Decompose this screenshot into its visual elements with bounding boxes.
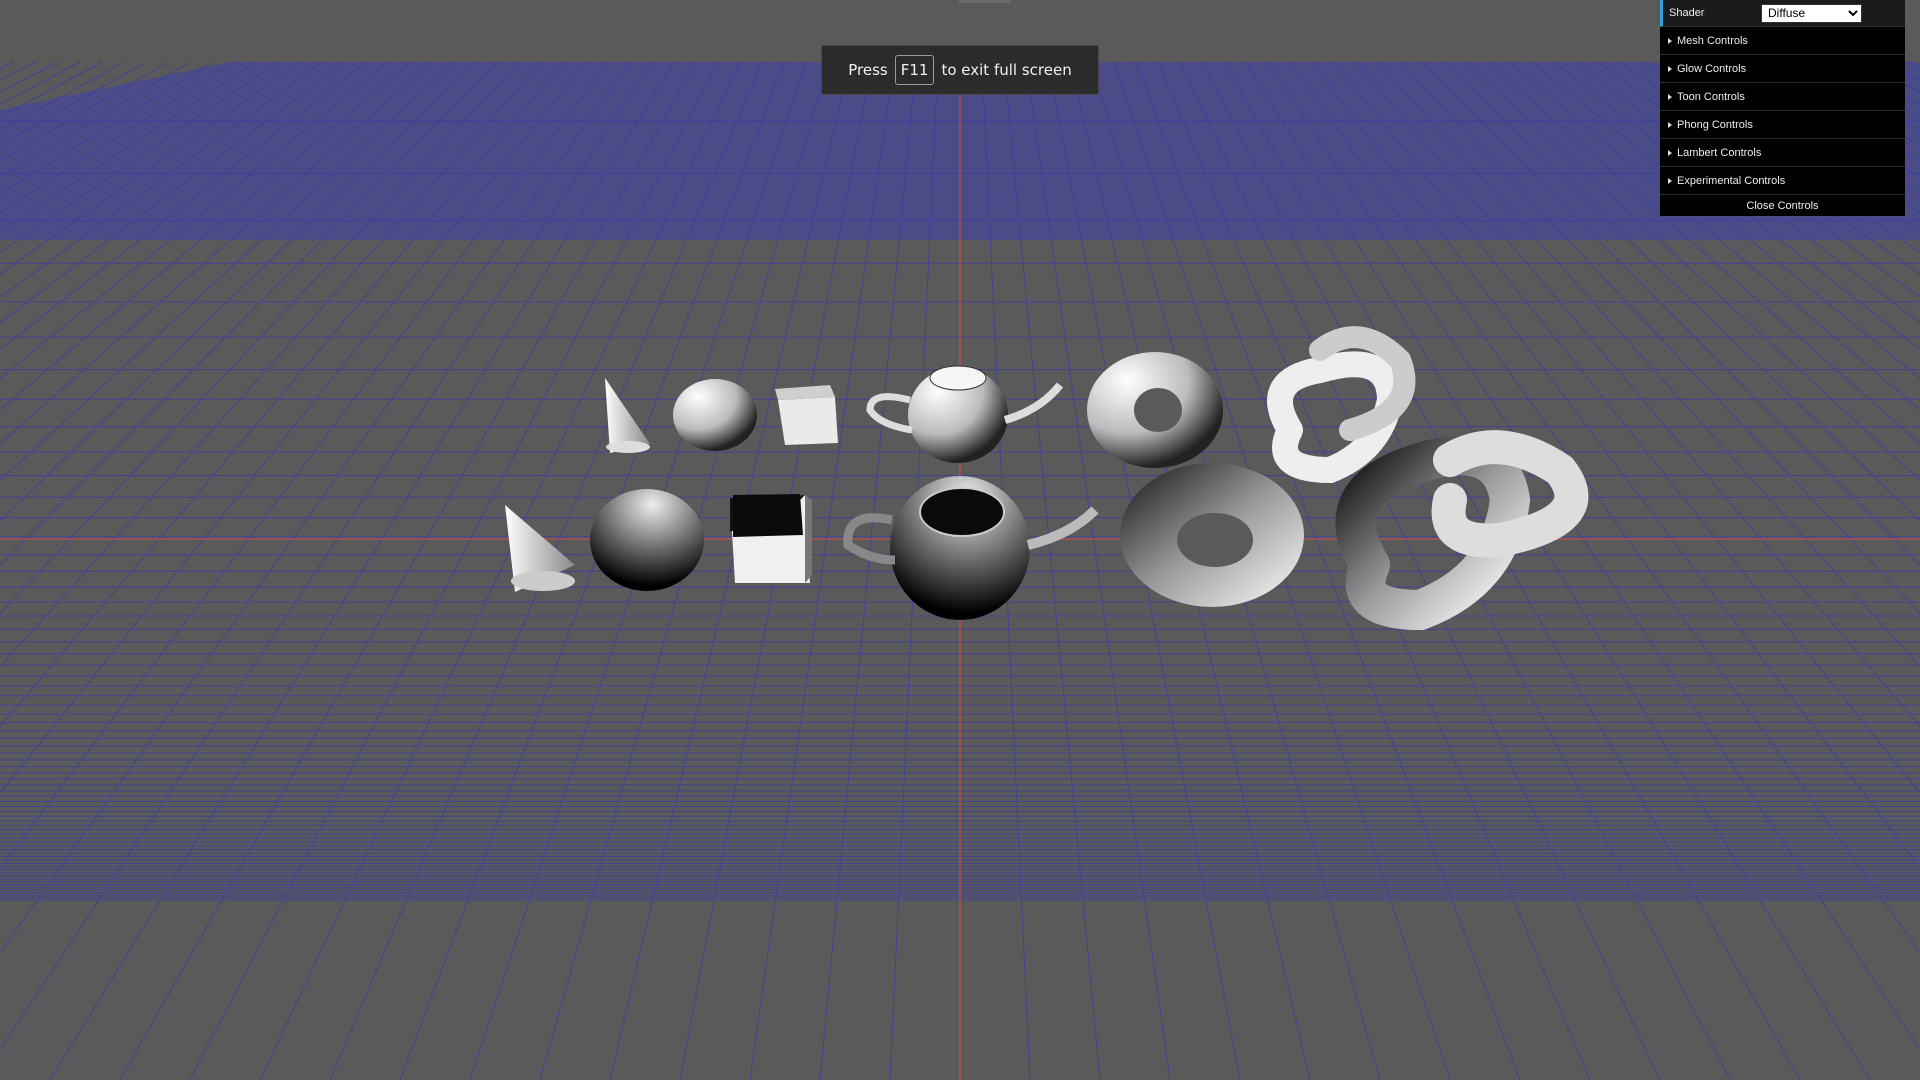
folder-mesh-controls[interactable]: Mesh Controls: [1660, 27, 1905, 55]
3d-viewport[interactable]: [0, 0, 1920, 1080]
folder-label: Experimental Controls: [1677, 174, 1786, 187]
chevron-right-icon: [1668, 149, 1672, 156]
controls-panel: Shader Diffuse Mesh Controls Glow Contro…: [1660, 0, 1905, 216]
folder-label: Glow Controls: [1677, 62, 1747, 75]
chevron-right-icon: [1668, 65, 1672, 72]
folder-label: Phong Controls: [1677, 118, 1753, 131]
torus-bottom: [1120, 463, 1304, 607]
chevron-right-icon: [1668, 93, 1672, 100]
folder-toon-controls[interactable]: Toon Controls: [1660, 83, 1905, 111]
folder-experimental-controls[interactable]: Experimental Controls: [1660, 167, 1905, 195]
chevron-right-icon: [1668, 37, 1672, 44]
cube-top: [775, 385, 838, 445]
folder-label: Mesh Controls: [1677, 34, 1748, 47]
folder-label: Lambert Controls: [1677, 146, 1762, 159]
close-controls-button[interactable]: Close Controls: [1660, 195, 1905, 216]
sphere-top: [673, 379, 757, 451]
fullscreen-notice: Press F11 to exit full screen: [821, 45, 1099, 95]
folder-glow-controls[interactable]: Glow Controls: [1660, 55, 1905, 83]
fullscreen-notice-suffix: to exit full screen: [941, 61, 1072, 79]
folder-label: Toon Controls: [1677, 90, 1745, 103]
shader-row: Shader Diffuse: [1660, 0, 1905, 27]
top-edge-handle: [959, 0, 1011, 3]
f11-key-badge: F11: [894, 55, 935, 85]
folder-lambert-controls[interactable]: Lambert Controls: [1660, 139, 1905, 167]
torus-top: [1087, 352, 1223, 468]
chevron-right-icon: [1668, 121, 1672, 128]
folder-phong-controls[interactable]: Phong Controls: [1660, 111, 1905, 139]
cube-bottom: [730, 494, 812, 583]
shader-select[interactable]: Diffuse: [1761, 3, 1862, 23]
shader-label: Shader: [1669, 7, 1705, 19]
fullscreen-notice-prefix: Press: [848, 61, 888, 79]
chevron-right-icon: [1668, 177, 1672, 184]
sphere-bottom: [590, 489, 704, 591]
